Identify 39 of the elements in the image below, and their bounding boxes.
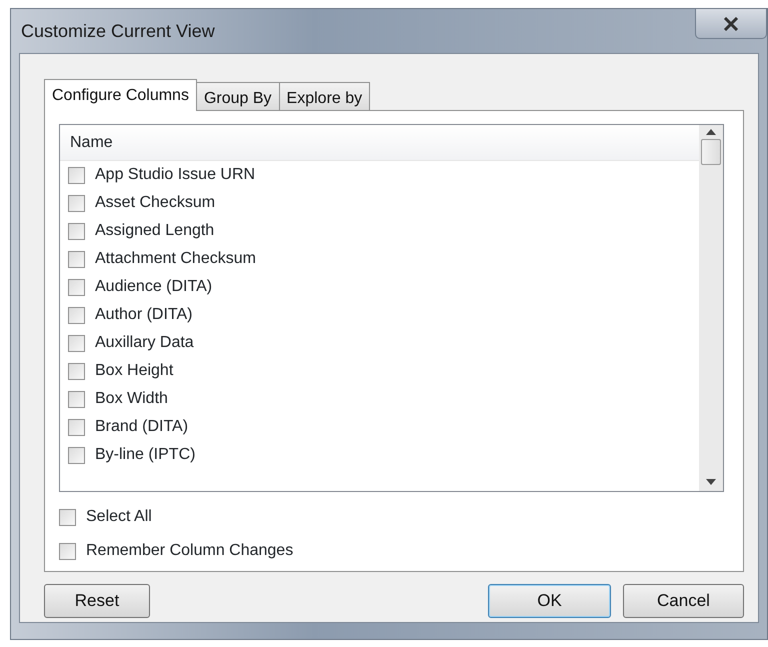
close-icon [723, 16, 739, 30]
column-name[interactable]: Assigned Length [95, 219, 214, 243]
dialog-button[interactable]: OK [488, 584, 611, 618]
checkbox[interactable] [68, 418, 85, 436]
scrollbar[interactable] [699, 125, 723, 491]
column-name[interactable]: Box Height [95, 359, 174, 383]
checkbox[interactable] [68, 278, 85, 296]
dialog-button[interactable]: Cancel [623, 584, 744, 618]
close-button[interactable] [695, 9, 767, 39]
scroll-thumb[interactable] [701, 139, 721, 165]
option-label[interactable]: Remember Column Changes [86, 539, 294, 563]
checkbox[interactable] [68, 166, 85, 184]
checkbox[interactable] [68, 362, 85, 380]
column-name[interactable]: Asset Checksum [95, 191, 216, 215]
checkbox[interactable] [59, 542, 76, 560]
option-label[interactable]: Select All [86, 505, 152, 529]
column-name[interactable]: Author (DITA) [95, 303, 192, 327]
tab[interactable]: Explore by [278, 82, 370, 110]
checkbox[interactable] [68, 194, 85, 212]
column-name[interactable]: App Studio Issue URN [95, 163, 256, 187]
tab[interactable]: Group By [196, 82, 280, 110]
column-name[interactable]: Brand (DITA) [95, 415, 188, 439]
dialog-button[interactable]: Reset [44, 584, 150, 618]
column-name[interactable]: Attachment Checksum [95, 247, 256, 271]
scroll-down-icon[interactable] [706, 479, 716, 485]
column-name[interactable]: Box Width [95, 387, 168, 411]
checkbox[interactable] [59, 508, 76, 526]
window-title: Customize Current View [21, 20, 215, 42]
checkbox[interactable] [68, 334, 85, 352]
column-name[interactable]: Auxillary Data [95, 331, 194, 355]
checkbox[interactable] [68, 306, 85, 324]
scroll-up-icon[interactable] [706, 129, 716, 135]
checkbox[interactable] [68, 446, 85, 464]
checkbox[interactable] [68, 390, 85, 408]
checkbox[interactable] [68, 250, 85, 268]
checkbox[interactable] [68, 222, 85, 240]
column-name[interactable]: By-line (IPTC) [95, 443, 196, 467]
column-name[interactable]: Audience (DITA) [95, 275, 212, 299]
tab[interactable]: Configure Columns [44, 79, 197, 111]
